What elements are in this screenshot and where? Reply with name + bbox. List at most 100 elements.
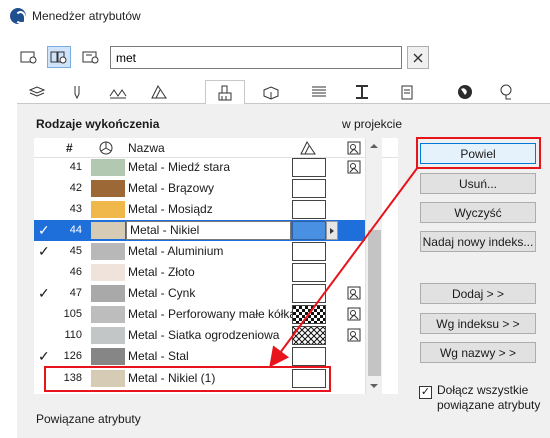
table-row[interactable]: ✓ 45 Metal - Aluminium [34,241,380,262]
duplicate-button[interactable]: Powiel [420,143,536,164]
clear-button[interactable]: Wyczyść [420,202,536,223]
row-name: Metal - Złoto [128,265,195,279]
row-number: 110 [64,329,82,341]
list-view-mode-button[interactable] [17,46,41,68]
in-use-check-icon [38,264,54,280]
tab-references[interactable] [487,80,527,104]
row-number: 43 [69,203,82,215]
color-swatch[interactable] [91,180,125,197]
color-swatch[interactable] [91,327,125,344]
line-type-icon [109,89,127,99]
hatch-column-icon[interactable] [300,141,316,155]
in-use-check-icon [38,327,54,343]
tab-profiles[interactable] [299,80,339,104]
in-use-check-icon [38,159,54,175]
row-name: Metal - Mosiądz [128,202,213,216]
include-related-checkbox[interactable]: ✓ [419,386,432,399]
list-scrollbar[interactable] [365,138,382,394]
tab-layers[interactable] [17,80,57,104]
row-number: 44 [69,224,82,236]
table-row[interactable]: 46 Metal - Złoto [34,262,380,283]
tab-line-types[interactable] [98,80,138,104]
column-number-header[interactable]: # [66,141,73,155]
tab-building-materials[interactable] [445,80,485,104]
hatch-swatch[interactable] [292,200,326,219]
list-header: # Nazwa [34,138,398,158]
search-input[interactable] [110,46,402,69]
hatch-swatch[interactable] [292,284,326,303]
color-swatch[interactable] [91,264,125,281]
hatch-swatch[interactable] [292,263,326,282]
hatch-swatch[interactable] [292,242,326,261]
table-row[interactable]: 105 Metal - Perforowany małe kółka [34,304,380,325]
row-name: Metal - Cynk [128,286,196,300]
tab-columns[interactable] [342,80,382,104]
attribute-tabs [17,80,550,105]
color-swatch[interactable] [91,348,125,365]
hatch-swatch[interactable] [292,179,326,198]
clear-search-button[interactable] [407,46,429,69]
row-number: 41 [69,161,82,173]
hatch-swatch[interactable] [292,326,326,345]
row-number: 138 [63,372,82,384]
hatch-dropdown-arrow-icon[interactable] [326,221,338,240]
tab-documents[interactable] [387,80,427,104]
in-use-check-icon [38,306,54,322]
color-swatch[interactable] [91,285,125,302]
color-swatch[interactable] [91,159,125,176]
delete-button[interactable]: Usuń... [420,173,536,194]
table-row[interactable]: ✓ 126 Metal - Stal [34,346,380,367]
row-name: Metal - Siatka ogrodzeniowa [128,328,280,342]
table-row[interactable]: 110 Metal - Siatka ogrodzeniowa [34,325,380,346]
row-name-edit-field[interactable]: Metal - Nikiel [126,221,291,240]
hatch-swatch[interactable] [292,221,326,240]
surface-list[interactable]: # Nazwa 41 Metal - Miedź stara 42 Metal - B… [34,138,398,394]
by-index-button[interactable]: Wg indeksu > > [420,313,536,334]
tab-composites[interactable] [251,80,291,104]
document-icon [401,85,413,100]
table-row[interactable]: 138 Metal - Nikiel (1) [34,368,380,389]
new-index-button[interactable]: Nadaj nowy indeks... [420,231,536,252]
in-use-check-icon [38,201,54,217]
hatch-swatch[interactable] [292,347,326,366]
color-swatch[interactable] [91,243,125,260]
table-row[interactable]: 41 Metal - Miedź stara [34,157,380,178]
table-row[interactable]: ✓ 47 Metal - Cynk [34,283,380,304]
layers-icon [28,86,46,97]
table-row[interactable]: 42 Metal - Brązowy [34,178,380,199]
color-swatch[interactable] [91,201,125,218]
table-row[interactable]: ✓ 44 Metal - Nikiel [34,220,381,241]
split-mode-icon [50,51,67,64]
row-number: 105 [63,308,82,320]
tab-fills[interactable] [139,80,179,104]
table-row[interactable]: 43 Metal - Mosiądz [34,199,380,220]
split-view-mode-button[interactable] [47,46,71,68]
details-mode-icon [82,51,99,64]
tab-surfaces[interactable] [205,80,245,105]
color-column-icon[interactable] [99,141,113,155]
row-number: 42 [69,182,82,194]
by-name-button[interactable]: Wg nazwy > > [420,342,536,363]
hatch-swatch[interactable] [292,158,326,177]
color-swatch[interactable] [91,370,125,387]
add-button[interactable]: Dodaj > > [420,283,536,304]
scroll-down-icon[interactable] [370,384,378,388]
texture-icon [347,160,361,177]
in-project-column-icon[interactable] [347,141,361,155]
archicad-app-icon [10,8,26,24]
color-swatch[interactable] [91,306,125,323]
texture-icon [347,286,361,303]
color-swatch[interactable] [91,222,125,239]
section-title: Rodzaje wykończenia [36,117,160,131]
surface-brush-icon [218,85,232,100]
hatch-swatch[interactable] [292,369,326,388]
hatch-swatch[interactable] [292,305,326,324]
scroll-thumb[interactable] [368,230,381,376]
scroll-up-icon[interactable] [370,144,378,148]
tab-pens[interactable] [57,80,97,104]
window-title: Menedżer atrybutów [32,9,141,23]
row-number: 47 [69,287,82,299]
row-name: Metal - Stal [128,349,189,363]
column-name-header[interactable]: Nazwa [128,141,165,155]
details-view-mode-button[interactable] [79,46,103,68]
